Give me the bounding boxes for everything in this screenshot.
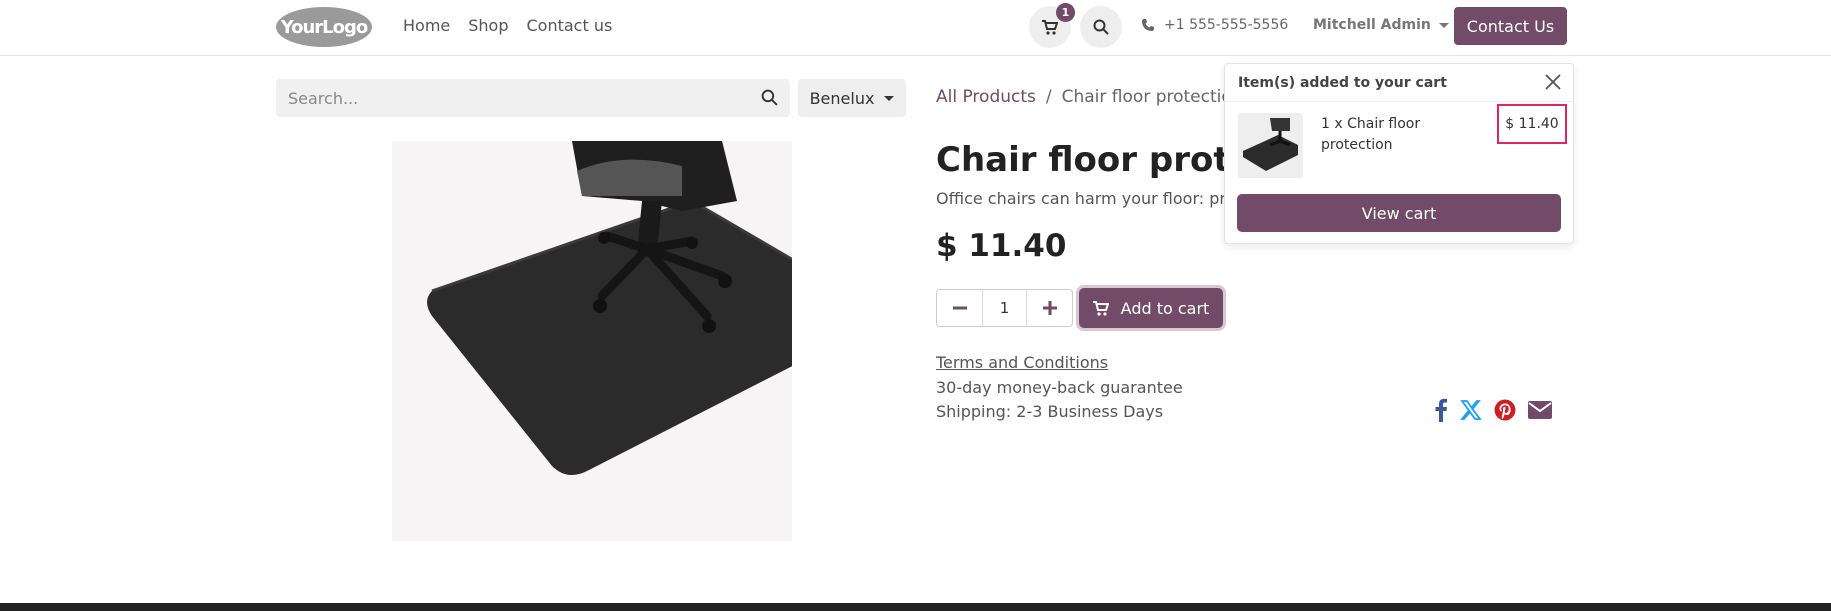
email-icon[interactable] — [1528, 400, 1552, 420]
cart-popover-heading: Item(s) added to your cart — [1225, 64, 1573, 102]
chair-mat-illustration — [427, 141, 792, 475]
close-icon[interactable] — [1545, 74, 1561, 90]
user-menu[interactable]: Mitchell Admin — [1313, 17, 1449, 33]
quantity-input[interactable] — [982, 290, 1027, 326]
share-links — [1434, 398, 1552, 422]
header-search-button[interactable] — [1080, 6, 1122, 48]
cart-icon — [1042, 19, 1058, 35]
cart-button[interactable]: 1 — [1029, 3, 1075, 48]
product-price: $ 11.40 — [936, 228, 1067, 264]
nav-shop[interactable]: Shop — [468, 16, 508, 35]
breadcrumb: All Products / Chair floor protection — [936, 87, 1243, 107]
nav-home[interactable]: Home — [403, 16, 450, 35]
nav-contact[interactable]: Contact us — [527, 16, 613, 35]
product-description: Office chairs can harm your floor: prote… — [936, 189, 1226, 208]
cart-count-badge: 1 — [1056, 3, 1075, 22]
cart-popover: Item(s) added to your cart 1 x Chair flo… — [1224, 63, 1574, 244]
facebook-icon[interactable] — [1434, 398, 1448, 422]
quantity-stepper — [936, 289, 1073, 327]
product-search — [276, 79, 790, 117]
shipping-text: Shipping: 2-3 Business Days — [936, 402, 1164, 421]
site-header: YourLogo Home Shop Contact us 1 +1 555-5… — [0, 0, 1831, 56]
add-to-cart-label: Add to cart — [1120, 298, 1210, 318]
view-cart-button[interactable]: View cart — [1237, 194, 1561, 232]
user-name: Mitchell Admin — [1313, 17, 1431, 33]
increase-quantity-button[interactable] — [1027, 290, 1072, 326]
pricelist-dropdown[interactable]: Benelux — [798, 79, 906, 117]
plus-icon — [1042, 301, 1057, 315]
terms-link[interactable]: Terms and Conditions — [936, 353, 1108, 372]
search-input[interactable] — [276, 79, 736, 117]
site-logo[interactable]: YourLogo — [276, 7, 372, 47]
product-title: Chair floor protection — [936, 140, 1226, 180]
phone-number: +1 555-555-5556 — [1164, 17, 1289, 33]
contact-us-button[interactable]: Contact Us — [1454, 7, 1567, 45]
breadcrumb-all-products[interactable]: All Products — [936, 87, 1036, 107]
cart-item-thumbnail — [1238, 113, 1303, 178]
footer-strip — [0, 603, 1831, 611]
chevron-down-icon — [1438, 22, 1449, 28]
x-twitter-icon[interactable] — [1460, 399, 1482, 421]
cart-item-name[interactable]: 1 x Chair floor protection — [1321, 114, 1451, 156]
phone-link[interactable]: +1 555-555-5556 — [1142, 17, 1288, 33]
search-icon — [1093, 19, 1109, 35]
pricelist-label: Benelux — [809, 88, 875, 108]
product-image[interactable] — [392, 141, 792, 541]
main-nav: Home Shop Contact us — [403, 16, 612, 35]
breadcrumb-separator: / — [1045, 87, 1052, 107]
decrease-quantity-button[interactable] — [937, 290, 982, 326]
pinterest-icon[interactable] — [1494, 399, 1516, 421]
guarantee-text: 30-day money-back guarantee — [936, 378, 1183, 397]
breadcrumb-current: Chair floor protection — [1061, 87, 1243, 107]
search-icon[interactable] — [761, 89, 778, 106]
chevron-down-icon — [884, 95, 895, 101]
cart-item-price: $ 11.40 — [1497, 104, 1567, 144]
phone-icon — [1142, 19, 1154, 31]
add-to-cart-button[interactable]: Add to cart — [1079, 288, 1223, 328]
cart-icon — [1092, 300, 1109, 316]
minus-icon — [952, 306, 967, 310]
